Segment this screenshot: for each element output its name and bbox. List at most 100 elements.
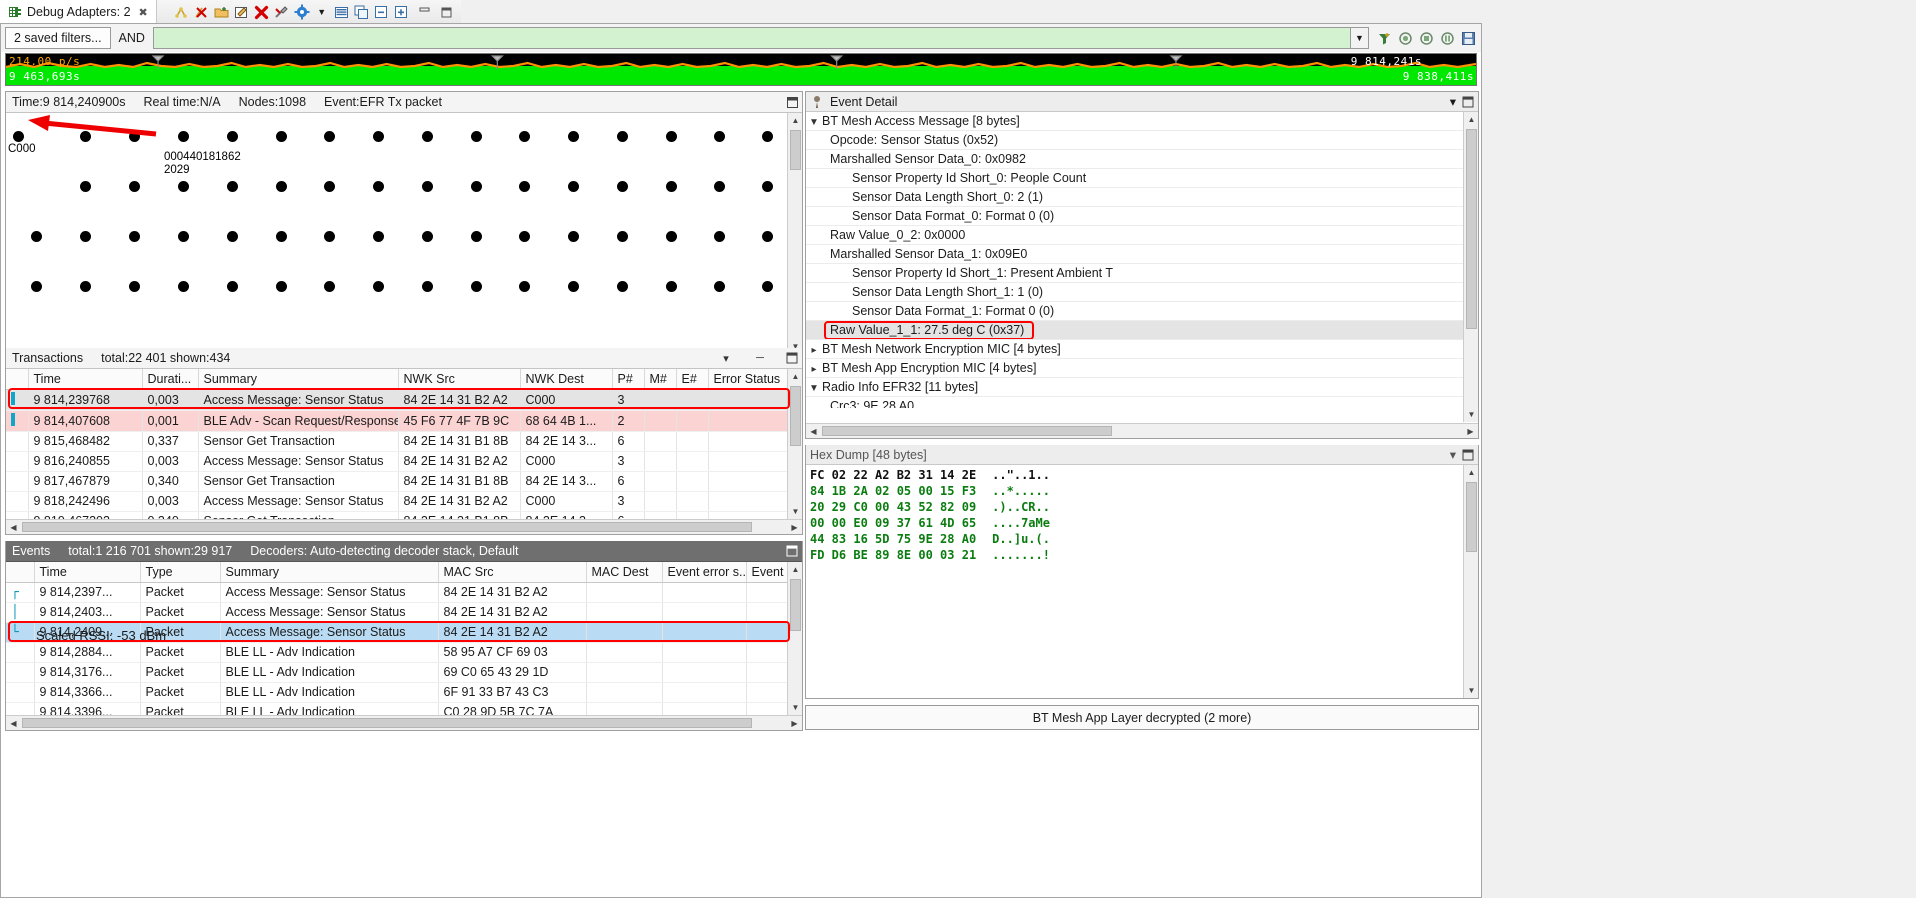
chevron-down-icon[interactable]: ▼	[806, 113, 822, 130]
close-icon[interactable]: ✖	[139, 6, 148, 19]
event-detail-rows[interactable]: ▼ BT Mesh Access Message [8 bytes] Opcode…	[806, 112, 1463, 408]
minimize-icon[interactable]: ─	[752, 352, 768, 364]
node-dot[interactable]	[129, 281, 140, 292]
maximize-icon[interactable]	[438, 3, 456, 21]
node-dot[interactable]	[324, 281, 335, 292]
preferences-gear-icon[interactable]	[293, 3, 311, 21]
chevron-left-icon[interactable]: ◀	[6, 520, 21, 534]
save-icon[interactable]	[1459, 29, 1477, 47]
node-dot[interactable]	[178, 231, 189, 242]
node-dot[interactable]	[422, 231, 433, 242]
scroll-thumb[interactable]	[790, 579, 801, 631]
hex-dump-vscrollbar[interactable]: ▲ ▼	[1463, 465, 1478, 698]
chevron-right-icon[interactable]: ▶	[787, 716, 802, 730]
node-dot[interactable]	[80, 181, 91, 192]
node-dot[interactable]	[129, 131, 140, 142]
ed-row-access-message[interactable]: ▼ BT Mesh Access Message [8 bytes]	[806, 112, 1463, 131]
node-dot[interactable]	[324, 131, 335, 142]
node-dot[interactable]	[568, 181, 579, 192]
th-marker[interactable]	[6, 369, 29, 390]
chevron-up-icon[interactable]: ▲	[1464, 465, 1479, 480]
chevron-down-icon[interactable]: ▼	[806, 379, 822, 396]
th-enum[interactable]: E#	[676, 369, 709, 390]
chevron-up-icon[interactable]: ▲	[788, 369, 802, 384]
scan-icon[interactable]	[173, 3, 191, 21]
chevron-down-icon[interactable]: ▼	[788, 700, 802, 715]
node-dot[interactable]	[568, 131, 579, 142]
ed-row-raw-value-1-1[interactable]: Raw Value_1_1: 27.5 deg C (0x37)	[806, 321, 1463, 340]
node-dot[interactable]	[617, 181, 628, 192]
table-row[interactable]: 9 817,467879 0,340 Sensor Get Transactio…	[6, 471, 802, 492]
th-mac-src[interactable]: MAC Src	[438, 562, 587, 583]
tools-icon[interactable]	[273, 3, 291, 21]
hex-dump-body[interactable]: FC 02 22 A2 B2 31 14 2E .."..1.. 84 1B 2…	[806, 465, 1478, 563]
chevron-up-icon[interactable]: ▲	[788, 113, 802, 128]
node-dot[interactable]	[714, 131, 725, 142]
node-dot[interactable]	[31, 281, 42, 292]
scroll-thumb[interactable]	[790, 386, 801, 446]
node-dot[interactable]	[762, 281, 773, 292]
node-dot[interactable]	[373, 131, 384, 142]
table-row[interactable]: ┌ 9 814,2397... Packet Access Message: S…	[6, 582, 802, 603]
node-dot[interactable]	[178, 281, 189, 292]
node-dot[interactable]	[422, 181, 433, 192]
chevron-right-icon[interactable]: ▸	[806, 360, 822, 377]
tab-debug-adapters[interactable]: Debug Adapters: 2 ✖	[0, 0, 157, 25]
chevron-down-icon[interactable]: ▼	[788, 504, 802, 519]
decrypted-layers-button[interactable]: BT Mesh App Layer decrypted (2 more)	[805, 705, 1479, 730]
node-dot[interactable]	[178, 181, 189, 192]
node-dot[interactable]	[762, 131, 773, 142]
node-dot[interactable]	[617, 281, 628, 292]
node-dot[interactable]	[666, 231, 677, 242]
table-row[interactable]: │ 9 814,2403... Packet Access Message: S…	[6, 602, 802, 623]
stop-icon[interactable]	[1417, 29, 1435, 47]
node-dot[interactable]	[666, 181, 677, 192]
delete-icon[interactable]	[253, 3, 271, 21]
node-dot[interactable]	[714, 181, 725, 192]
nodes-vscrollbar[interactable]: ▲ ▼	[787, 113, 802, 354]
new-group-folder-icon[interactable]	[213, 3, 231, 21]
node-dot[interactable]	[373, 181, 384, 192]
node-dot[interactable]	[617, 131, 628, 142]
th-pnum[interactable]: P#	[612, 369, 645, 390]
chevron-up-icon[interactable]: ▲	[1464, 112, 1479, 127]
node-dot[interactable]	[762, 231, 773, 242]
table-row[interactable]: 9 814,3366... Packet BLE LL - Adv Indica…	[6, 682, 802, 703]
scroll-thumb[interactable]	[790, 130, 801, 170]
chevron-left-icon[interactable]: ◀	[806, 424, 821, 438]
maximize-icon[interactable]	[1462, 449, 1474, 461]
ed-row-data-format-1[interactable]: Sensor Data Format_1: Format 0 (0)	[806, 302, 1463, 321]
transactions-vscrollbar[interactable]: ▲ ▼	[787, 369, 802, 519]
ed-row-marshalled-1[interactable]: Marshalled Sensor Data_1: 0x09E0	[806, 245, 1463, 264]
ed-row-opcode[interactable]: Opcode: Sensor Status (0x52)	[806, 131, 1463, 150]
ed-row-property-id-1[interactable]: Sensor Property Id Short_1: Present Ambi…	[806, 264, 1463, 283]
table-row[interactable]: 9 814,407608 0,001 BLE Adv - Scan Reques…	[6, 410, 802, 432]
chevron-down-icon[interactable]: ▼	[1464, 683, 1479, 698]
record-icon[interactable]	[1396, 29, 1414, 47]
console-icon[interactable]	[333, 3, 351, 21]
node-dot[interactable]	[422, 281, 433, 292]
th-type[interactable]: Type	[140, 562, 221, 583]
node-dot[interactable]	[471, 181, 482, 192]
rename-icon[interactable]	[233, 3, 251, 21]
saved-filters-button[interactable]: 2 saved filters...	[5, 27, 111, 49]
scroll-thumb[interactable]	[1466, 482, 1477, 552]
th-duration[interactable]: Durati...	[142, 369, 199, 390]
table-row[interactable]: 9 819,467202 0,340 Sensor Get Transactio…	[6, 511, 802, 519]
th-mac-dest[interactable]: MAC Dest	[586, 562, 663, 583]
ed-row-data-length-0[interactable]: Sensor Data Length Short_0: 2 (1)	[806, 188, 1463, 207]
ed-row-crc3[interactable]: Crc3: 9E 28 A0	[806, 397, 1463, 408]
table-row[interactable]: 9 818,242496 0,003 Access Message: Senso…	[6, 491, 802, 512]
node-dot[interactable]	[31, 231, 42, 242]
th-nwk-src[interactable]: NWK Src	[398, 369, 521, 390]
event-detail-vscrollbar[interactable]: ▲ ▼	[1463, 112, 1478, 422]
ed-row-raw-value-0-2[interactable]: Raw Value_0_2: 0x0000	[806, 226, 1463, 245]
node-dot[interactable]	[519, 231, 530, 242]
node-dot[interactable]	[227, 181, 238, 192]
chevron-down-icon[interactable]: ▾	[718, 352, 734, 365]
node-dot[interactable]	[13, 131, 24, 142]
node-dot[interactable]	[666, 131, 677, 142]
node-dot[interactable]	[227, 231, 238, 242]
node-dot[interactable]	[129, 181, 140, 192]
node-dot[interactable]	[227, 281, 238, 292]
